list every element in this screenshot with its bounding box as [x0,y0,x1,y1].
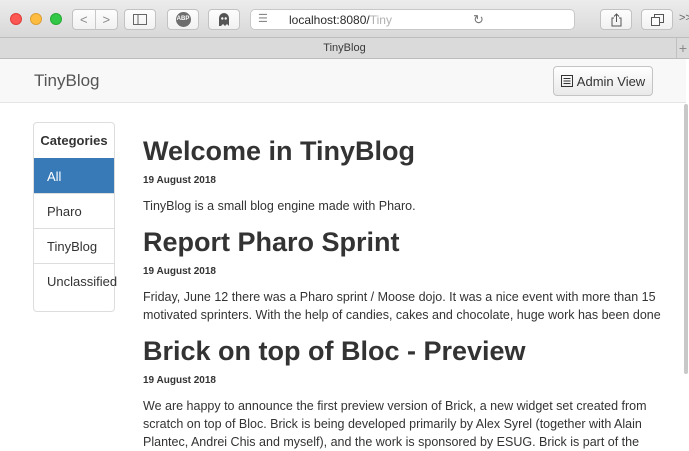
back-button[interactable]: < [73,10,95,29]
post: Report Pharo Sprint 19 August 2018 Frida… [143,226,673,324]
post: Brick on top of Bloc - Preview 19 August… [143,335,673,451]
adblock-button[interactable]: ABP [167,9,199,30]
category-all[interactable]: All [34,158,114,193]
tabs-icon [650,13,664,26]
category-unclassified[interactable]: Unclassified [34,263,117,298]
categories-panel: Categories All Pharo TinyBlog Unclassifi… [33,122,117,312]
category-tinyblog[interactable]: TinyBlog [34,228,114,263]
chevron-right-icon: > [102,12,111,27]
share-icon [611,12,621,26]
list-icon [560,75,573,87]
forward-button[interactable]: > [94,10,118,29]
window-minimize-button[interactable] [30,13,42,25]
ghost-extension-button[interactable] [208,9,240,30]
post-body: Friday, June 12 there was a Pharo sprint… [143,290,661,322]
window-close-button[interactable] [10,13,22,25]
reload-icon[interactable]: ↻ [473,12,484,28]
reader-view-icon[interactable]: ☰ [258,14,268,25]
sidebar-icon [133,14,147,25]
scrollbar[interactable] [684,104,688,374]
sidebar-toggle-button[interactable] [124,9,156,30]
address-text: localhost:8080/Tiny [289,13,392,27]
post: Welcome in TinyBlog 19 August 2018 TinyB… [143,135,673,215]
address-bar[interactable]: ☰ localhost:8080/Tiny ↻ [250,9,575,30]
admin-view-button[interactable]: Admin View [553,66,653,96]
post-date: 19 August 2018 [143,266,216,277]
post-body: We are happy to announce the first previ… [143,399,647,449]
post-title[interactable]: Report Pharo Sprint [143,226,673,258]
posts-list: Welcome in TinyBlog 19 August 2018 TinyB… [143,135,673,451]
tab-overview-button[interactable] [641,9,673,30]
share-button[interactable] [600,9,632,30]
history-nav-group: < > [72,9,118,30]
categories-heading: Categories [40,133,108,148]
category-pharo[interactable]: Pharo [34,193,114,228]
post-title[interactable]: Brick on top of Bloc - Preview [143,335,673,367]
adblock-icon: ABP [175,12,191,27]
admin-view-label: Admin View [576,73,646,89]
site-navbar: TinyBlog Admin View [0,59,686,103]
chevron-left-icon: < [79,12,88,27]
more-icon[interactable]: >> [679,12,689,24]
site-brand[interactable]: TinyBlog [34,71,100,91]
post-date: 19 August 2018 [143,375,216,386]
web-page: TinyBlog Admin View Categories All Pharo… [0,59,689,451]
tab-bar: TinyBlog + [0,38,689,59]
post-date: 19 August 2018 [143,175,216,186]
ghost-icon [219,13,229,26]
tab-title[interactable]: TinyBlog [323,42,365,54]
window-zoom-button[interactable] [50,13,62,25]
post-title[interactable]: Welcome in TinyBlog [143,135,673,167]
post-body: TinyBlog is a small blog engine made wit… [143,199,416,213]
browser-toolbar: < > ABP ☰ localhost:8080/Tiny ↻ >> [0,0,689,38]
new-tab-icon[interactable]: + [676,38,689,58]
